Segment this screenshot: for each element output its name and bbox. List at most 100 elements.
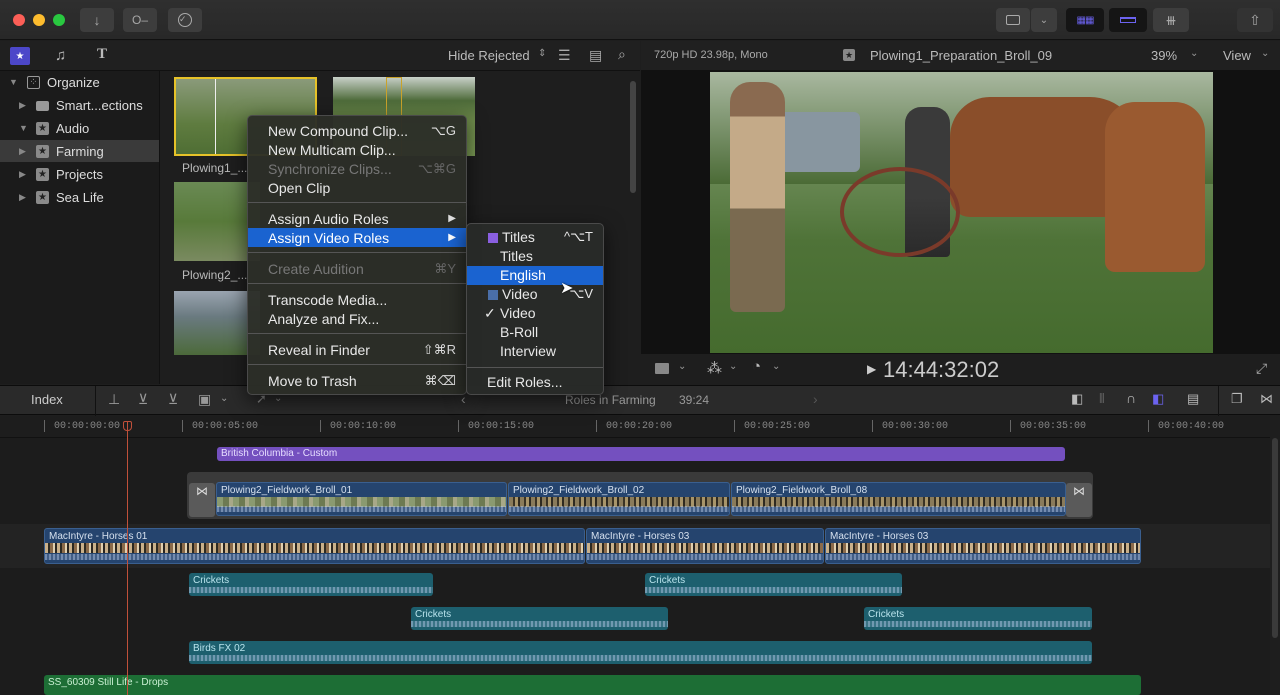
fullscreen-icon[interactable]: ⤢ [1256, 360, 1267, 377]
filmstrip-view-icon[interactable]: ▤ [589, 47, 602, 64]
menu-item-analyze-and-fix[interactable]: Analyze and Fix... [248, 309, 466, 328]
share-button[interactable]: ⇧ [1237, 8, 1273, 32]
close-window-button[interactable] [13, 14, 25, 26]
clip-name: Plowing2_Fieldwork_Broll_08 [736, 485, 868, 496]
timeline-clip-title[interactable]: British Columbia - Custom [217, 447, 1065, 461]
background-tasks-button[interactable]: ✓ [168, 8, 202, 32]
submenu-subrole-b-roll[interactable]: B-Roll [467, 323, 603, 342]
play-icon[interactable]: ▶ [867, 362, 876, 376]
skimming-icon[interactable]: ◧ [1071, 391, 1083, 407]
clip-filter-dropdown[interactable]: Hide Rejected [448, 48, 530, 63]
list-view-icon[interactable]: ☰ [558, 47, 571, 64]
timeline-clip-primary[interactable]: MacIntyre - Horses 01 [44, 528, 585, 564]
connect-clip-icon[interactable]: ⊥ [108, 391, 120, 408]
timeline-clip-audio[interactable]: Crickets [645, 573, 902, 596]
viewer-zoom-dropdown[interactable]: 39% [1151, 48, 1177, 63]
menu-item-new-compound-clip[interactable]: New Compound Clip... ⌥G [248, 121, 466, 140]
clip-label: Plowing2_... [182, 268, 248, 282]
import-button[interactable]: ↓ [80, 8, 114, 32]
chevron-down-icon[interactable]: ⌄ [678, 361, 686, 372]
zoom-window-button[interactable] [53, 14, 65, 26]
disclosure-closed-icon[interactable]: ▶ [19, 169, 26, 180]
timeline-ruler[interactable]: 00:00:00:00 00:00:05:00 00:00:10:00 00:0… [0, 416, 1270, 438]
append-clip-icon[interactable]: ⊻ [168, 391, 178, 408]
playhead-handle[interactable] [123, 421, 132, 431]
timeline-toggle-button[interactable] [1109, 8, 1147, 32]
timeline-clip-broll[interactable]: Plowing2_Fieldwork_Broll_08 [731, 482, 1066, 516]
menu-item-shortcut: ⌘Y [434, 260, 456, 276]
timeline-clip-audio[interactable]: SS_60309 Still Life - Drops [44, 675, 1141, 695]
overwrite-clip-icon[interactable]: ▣ [198, 391, 211, 408]
transition-icon[interactable]: ⋈ [1066, 483, 1092, 517]
timeline-clip-audio[interactable]: Crickets [189, 573, 433, 596]
clip-appearance-icon[interactable]: ▤ [1187, 391, 1199, 407]
timeline[interactable]: British Columbia - Custom ⋈ Plowing2_Fie… [0, 438, 1270, 695]
submenu-subrole-english[interactable]: English [467, 266, 603, 285]
audio-skimming-icon[interactable]: ⦀ [1099, 391, 1105, 407]
disclosure-closed-icon[interactable]: ▶ [19, 146, 26, 157]
menu-item-open-clip[interactable]: Open Clip [248, 178, 466, 197]
sidebar-item-sea-life[interactable]: ▶ ★ Sea Life [0, 186, 159, 208]
submenu-subrole-video[interactable]: ✓ Video [467, 304, 603, 323]
sidebar-item-farming[interactable]: ▶ ★ Farming [0, 140, 159, 162]
menu-item-reveal-in-finder[interactable]: Reveal in Finder ⇧⌘R [248, 340, 466, 359]
timeline-clip-primary[interactable]: MacIntyre - Horses 03 [825, 528, 1141, 564]
playhead[interactable] [127, 422, 128, 695]
screens-icon [1006, 15, 1020, 25]
retime-gauge-icon[interactable]: ◔ [752, 358, 761, 375]
chevron-down-icon[interactable]: ⌄ [772, 361, 780, 372]
insert-clip-icon[interactable]: ⊻ [138, 391, 148, 408]
headphones-icon[interactable]: ∩ [1126, 390, 1136, 406]
timeline-clip-broll[interactable]: Plowing2_Fieldwork_Broll_01 [216, 482, 507, 516]
timeline-clip-audio[interactable]: Birds FX 02 [189, 641, 1092, 664]
effects-browser-icon[interactable]: ❐ [1231, 391, 1243, 407]
submenu-role-titles[interactable]: Titles ^⌥T [467, 228, 603, 247]
context-menu: New Compound Clip... ⌥G New Multicam Cli… [247, 115, 467, 395]
timeline-scrollbar[interactable] [1272, 438, 1278, 638]
workspace-button[interactable] [996, 8, 1030, 32]
snapping-icon[interactable]: ◧ [1152, 391, 1164, 407]
sidebar-item-smart-collections[interactable]: ▶ Smart...ections [0, 94, 159, 116]
view-menu[interactable]: View [1223, 48, 1251, 63]
timeline-clip-primary[interactable]: MacIntyre - Horses 03 [586, 528, 824, 564]
timecode-display[interactable]: 14:44:32:02 [883, 357, 999, 383]
menu-item-transcode-media[interactable]: Transcode Media... [248, 290, 466, 309]
timeline-clip-audio[interactable]: Crickets [864, 607, 1092, 630]
minimize-window-button[interactable] [33, 14, 45, 26]
photos-audio-icon[interactable]: ♫ [55, 47, 66, 64]
disclosure-open-icon[interactable]: ▼ [9, 77, 18, 87]
disclosure-closed-icon[interactable]: ▶ [19, 192, 26, 203]
submenu-edit-roles[interactable]: Edit Roles... [467, 373, 603, 392]
timeline-clip-broll[interactable]: Plowing2_Fieldwork_Broll_02 [508, 482, 730, 516]
history-forward-icon[interactable]: › [813, 391, 818, 407]
submenu-subrole-interview[interactable]: Interview [467, 342, 603, 361]
submenu-subrole-titles[interactable]: Titles [467, 247, 603, 266]
titles-generators-icon[interactable]: T [97, 46, 107, 63]
inspector-toggle-button[interactable]: ⧻ [1153, 8, 1189, 32]
menu-item-assign-video-roles[interactable]: Assign Video Roles ▶ [248, 228, 466, 247]
menu-item-move-to-trash[interactable]: Move to Trash ⌘⌫ [248, 371, 466, 390]
timeline-clip-audio[interactable]: Crickets [411, 607, 668, 630]
submenu-role-video[interactable]: Video ⌥V [467, 285, 603, 304]
sidebar-item-projects[interactable]: ▶ ★ Projects [0, 163, 159, 185]
search-icon[interactable]: ⌕ [618, 46, 626, 63]
chevron-down-icon[interactable]: ⌄ [729, 361, 737, 372]
sidebar-item-organize[interactable]: ▼ ⁘ Organize [0, 71, 159, 93]
transform-icon[interactable] [655, 363, 669, 374]
browser-toggle-button[interactable]: ▦▦ [1066, 8, 1104, 32]
menu-item-new-multicam-clip[interactable]: New Multicam Clip... [248, 140, 466, 159]
workspace-dropdown[interactable]: ⌄ [1031, 8, 1057, 32]
clip-waveform [45, 554, 584, 560]
timeline-index-button[interactable]: Index [31, 392, 63, 407]
menu-item-assign-audio-roles[interactable]: Assign Audio Roles ▶ [248, 209, 466, 228]
chevron-down-icon[interactable]: ⌄ [220, 393, 228, 404]
browser-scrollbar[interactable] [630, 81, 636, 193]
disclosure-closed-icon[interactable]: ▶ [19, 100, 26, 111]
enhance-wand-icon[interactable]: ⁂ [707, 359, 722, 377]
transitions-browser-icon[interactable]: ⋈ [1260, 391, 1273, 407]
sidebar-item-audio[interactable]: ▼ ★ Audio [0, 117, 159, 139]
transition-icon[interactable]: ⋈ [189, 483, 215, 517]
disclosure-open-icon[interactable]: ▼ [19, 123, 28, 133]
libraries-icon[interactable]: ★ [10, 47, 30, 65]
keywords-button[interactable]: O‒ [123, 8, 157, 32]
